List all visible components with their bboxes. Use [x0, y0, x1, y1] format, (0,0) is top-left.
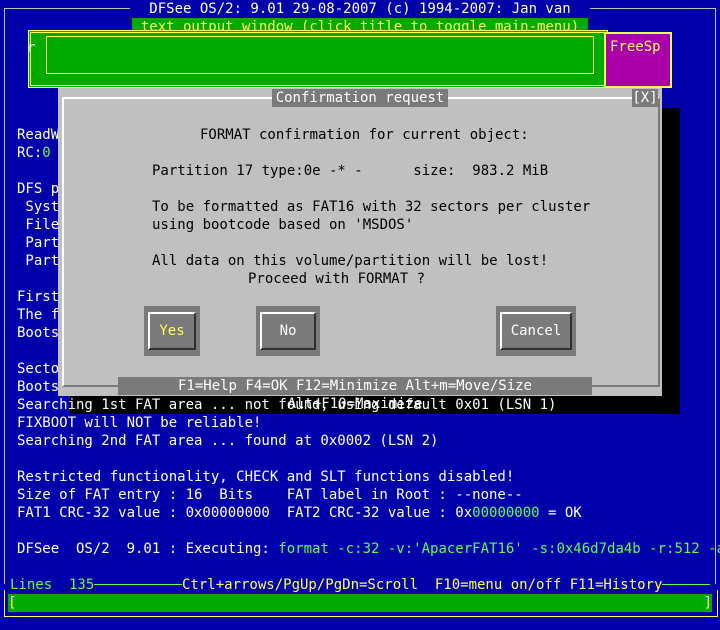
crc-value: 00000000: [472, 505, 540, 521]
command-input-area[interactable]: r: [27, 36, 594, 74]
console-line-fat-size: Size of FAT entry : 16 Bits FAT label in…: [17, 487, 523, 503]
console-line-rc: RC:0: [17, 145, 51, 161]
rc-value: 0: [42, 145, 51, 161]
input-bracket-open: [: [8, 595, 17, 611]
dialog-format-line-2: using bootcode based on 'MSDOS': [152, 217, 414, 233]
dialog-close-button[interactable]: [X]: [632, 89, 658, 107]
console-line: DFS p: [17, 181, 60, 197]
frame-top-left: [4, 8, 130, 9]
no-button-label: No: [260, 312, 316, 350]
dialog-warning-line-1: All data on this volume/partition will b…: [152, 253, 549, 269]
frame-left: [4, 8, 5, 584]
no-button[interactable]: No: [256, 306, 320, 356]
freespace-panel[interactable]: FreeSp: [604, 32, 672, 88]
console-line: Boots: [17, 325, 60, 341]
window-title[interactable]: DFSee OS/2: 9.01 29-08-2007 (c) 1994-200…: [130, 0, 590, 35]
console-line-searching-2nd: Searching 2nd FAT area ... found at 0x00…: [17, 433, 439, 449]
console-line: Part: [17, 235, 60, 251]
console-line-executing: DFSee OS/2 9.01 : Executing: format -c:3…: [17, 540, 720, 558]
exec-prefix: DFSee OS/2 9.01 : Executing:: [17, 541, 279, 557]
dialog-key-hints: F1=Help F4=OK F12=Minimize Alt+m=Move/Si…: [118, 377, 592, 412]
console-line: First: [17, 289, 60, 305]
crc-prefix: FAT1 CRC-32 value : 0x00000000 FAT2 CRC-…: [17, 505, 473, 521]
text-output-window: DFSee OS/2: 9.01 29-08-2007 (c) 1994-200…: [0, 0, 720, 630]
console-line: Boots: [17, 379, 60, 395]
dialog-warning-line-2: Proceed with FORMAT ?: [248, 271, 426, 287]
crc-suffix: = OK: [539, 505, 582, 521]
freesp-label: FreeSp: [610, 39, 661, 55]
cancel-button[interactable]: Cancel: [496, 306, 576, 356]
console-line: The f: [17, 307, 60, 323]
command-line-input[interactable]: [ ]: [8, 594, 712, 612]
frame-right: [715, 8, 716, 584]
console-line-restricted: Restricted functionality, CHECK and SLT …: [17, 469, 515, 485]
console-line: Secto: [17, 361, 60, 377]
console-line: Part: [17, 253, 60, 269]
console-line: ReadW: [17, 127, 60, 143]
dialog-heading: FORMAT confirmation for current object:: [200, 127, 529, 143]
console-line: Syst: [17, 199, 60, 215]
cancel-button-label: Cancel: [500, 312, 572, 350]
console-line-fixboot: FIXBOOT will NOT be reliable!: [17, 415, 262, 431]
command-prefix: r: [27, 40, 36, 56]
console-line: File: [17, 217, 60, 233]
dialog-title[interactable]: Confirmation request: [272, 89, 448, 107]
dialog-format-line-1: To be formatted as FAT16 with 32 sectors…: [152, 199, 591, 215]
frame-top-right: [590, 8, 716, 9]
dialog-partition-line: Partition 17 type:0e -* - size: 983.2 Mi…: [152, 163, 549, 179]
yes-button-label: Yes: [148, 312, 196, 350]
input-bracket-close: ]: [703, 595, 712, 611]
console-line-searching-1st: Searching 1st FAT area ... not found, us…: [17, 397, 557, 413]
yes-button[interactable]: Yes: [144, 306, 200, 356]
exec-command: format -c:32 -v:'ApacerFAT16' -s:0x46d7d…: [278, 541, 720, 557]
console-line-crc: FAT1 CRC-32 value : 0x00000000 FAT2 CRC-…: [17, 504, 582, 522]
